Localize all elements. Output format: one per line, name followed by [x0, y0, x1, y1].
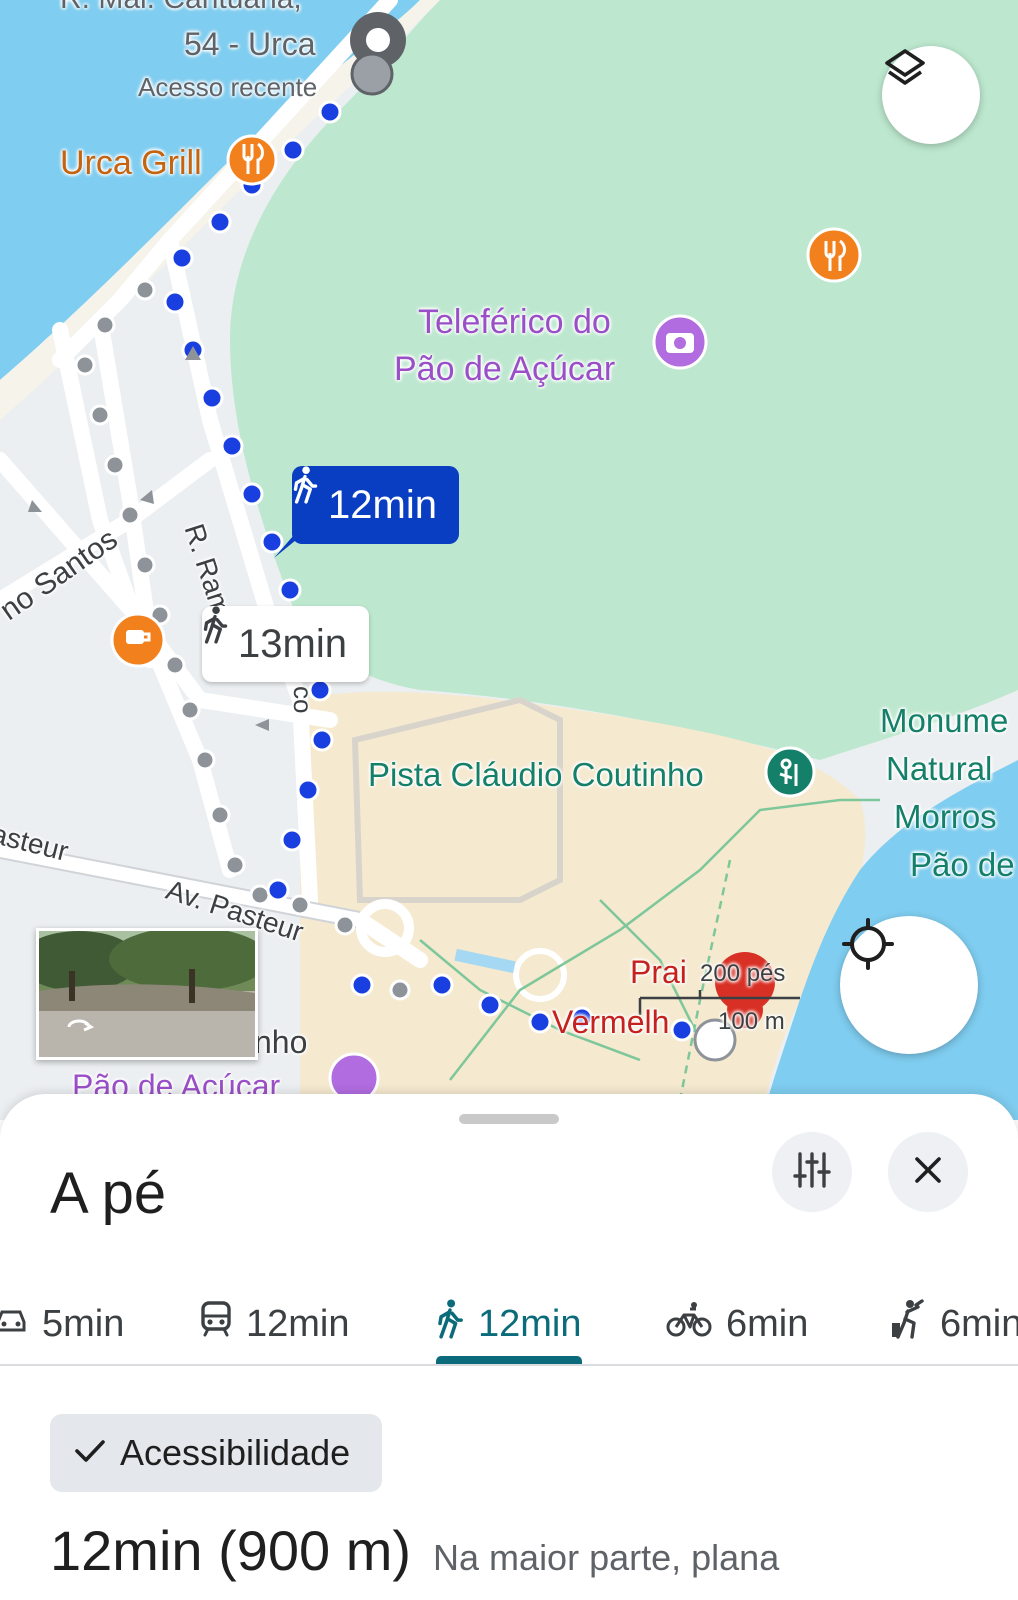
map-label-teleferico-1[interactable]: Teleférico do — [418, 303, 611, 342]
tab-ride-label: 6min — [940, 1302, 1018, 1345]
route-duration-distance: 12min (900 m) — [50, 1519, 412, 1582]
street-view-image — [39, 931, 255, 1057]
map-label-nho: nho — [254, 1024, 308, 1060]
scale-label-feet: 200 pés — [700, 960, 786, 987]
map-label-urca-grill[interactable]: Urca Grill — [60, 144, 202, 183]
close-button[interactable] — [888, 1132, 968, 1212]
map-label-praia-1[interactable]: Prai — [630, 954, 687, 991]
tab-walk[interactable]: 12min — [436, 1286, 582, 1362]
route-callout-primary-time: 12min — [328, 482, 437, 527]
map-label-street-co: co — [288, 686, 318, 714]
bike-icon — [666, 1301, 712, 1347]
tab-walk-label: 12min — [478, 1302, 582, 1345]
map-label-monumento-3: Morros — [894, 798, 997, 835]
my-location-button[interactable] — [840, 916, 978, 1054]
tune-icon — [792, 1150, 832, 1195]
sheet-title: A pé — [50, 1161, 167, 1226]
callout-pointer — [274, 528, 300, 558]
active-tab-indicator — [436, 1356, 582, 1364]
tabs-divider — [0, 1364, 1018, 1366]
car-icon — [0, 1302, 28, 1346]
ride-icon — [890, 1299, 926, 1349]
accessibility-chip[interactable]: Acessibilidade — [50, 1414, 383, 1492]
map-label-praia-2[interactable]: Vermelh — [552, 1004, 669, 1041]
sheet-drag-handle[interactable] — [459, 1114, 559, 1124]
tab-bike-label: 6min — [726, 1302, 809, 1345]
map-label-street-cut: R. Mal. Cantuária, — [60, 0, 302, 16]
scale-label-meters: 100 m — [718, 1008, 785, 1035]
route-callout-alt-time: 13min — [238, 621, 347, 666]
tab-transit-label: 12min — [246, 1302, 350, 1345]
tab-car[interactable]: 5min — [0, 1286, 124, 1362]
street-view-thumbnail[interactable] — [36, 928, 258, 1060]
map-label-monumento-4: Pão de — [910, 846, 1015, 883]
map-view[interactable]: R. Mal. Cantuária, 54 - Urca Acesso rece… — [0, 0, 1018, 1120]
route-callout-primary[interactable]: 12min — [292, 466, 459, 544]
map-label-recent-access: Acesso recente — [138, 72, 318, 102]
map-label-pista-claudio-coutinho[interactable]: Pista Cláudio Coutinho — [368, 756, 704, 794]
accessibility-chip-label: Acessibilidade — [120, 1432, 351, 1473]
layers-button[interactable] — [882, 46, 980, 144]
tab-transit[interactable]: 12min — [200, 1286, 350, 1362]
map-label-teleferico-2[interactable]: Pão de Açúcar — [394, 350, 615, 389]
walk-icon — [436, 1299, 464, 1349]
transit-icon — [200, 1300, 232, 1348]
close-icon — [912, 1154, 944, 1191]
map-label-address: 54 - Urca — [184, 26, 316, 62]
check-icon — [74, 1432, 106, 1474]
tab-ride[interactable]: 6min — [890, 1286, 1018, 1362]
route-terrain-description: Na maior parte, plana — [433, 1537, 780, 1578]
tab-car-label: 5min — [42, 1302, 125, 1345]
route-summary[interactable]: 12min (900 m) Na maior parte, plana — [50, 1518, 779, 1583]
route-callout-alt[interactable]: 13min — [202, 606, 369, 682]
directions-sheet: A pé 5min 12min 12min 6min 6min Acessibi… — [0, 1094, 1018, 1600]
route-options-button[interactable] — [772, 1132, 852, 1212]
tab-bike[interactable]: 6min — [666, 1286, 808, 1362]
map-label-monumento-1: Monume — [880, 702, 1009, 739]
map-label-monumento-2: Natural — [886, 750, 993, 787]
